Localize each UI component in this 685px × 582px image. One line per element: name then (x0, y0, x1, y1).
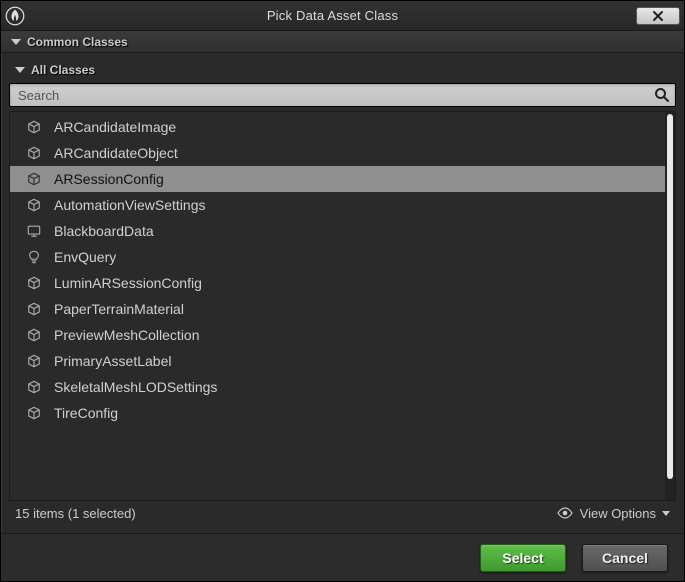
list-item-label: PreviewMeshCollection (54, 327, 200, 343)
list-item[interactable]: TireConfig (10, 400, 665, 426)
list-item-label: AutomationViewSettings (54, 197, 206, 213)
class-list-container: ARCandidateImage ARCandidateObject ARSessi… (9, 111, 676, 501)
box-icon (26, 405, 42, 421)
box-icon (26, 197, 42, 213)
search-input[interactable] (9, 83, 676, 107)
title-bar: Pick Data Asset Class (1, 1, 684, 31)
search-icon (652, 85, 672, 105)
monitor-icon (26, 223, 42, 239)
view-options-label: View Options (580, 506, 656, 521)
box-icon (26, 145, 42, 161)
list-item[interactable]: ARCandidateImage (10, 114, 665, 140)
class-list[interactable]: ARCandidateImage ARCandidateObject ARSessi… (10, 112, 665, 500)
common-classes-label: Common Classes (27, 35, 128, 49)
close-button[interactable] (636, 7, 680, 25)
box-icon (26, 379, 42, 395)
list-item[interactable]: LuminARSessionConfig (10, 270, 665, 296)
scrollbar[interactable] (665, 112, 675, 500)
select-button[interactable]: Select (480, 544, 566, 572)
box-icon (26, 353, 42, 369)
list-item[interactable]: PaperTerrainMaterial (10, 296, 665, 322)
list-item-label: PrimaryAssetLabel (54, 353, 172, 369)
list-item[interactable]: PreviewMeshCollection (10, 322, 665, 348)
box-icon (26, 119, 42, 135)
list-item-label: EnvQuery (54, 249, 116, 265)
search-field-wrap (9, 83, 676, 107)
all-classes-label: All Classes (31, 63, 95, 77)
list-item[interactable]: EnvQuery (10, 244, 665, 270)
list-item-label: PaperTerrainMaterial (54, 301, 184, 317)
close-icon (652, 10, 664, 22)
body-area: All Classes ARCandidateImage ARCandidateO… (1, 53, 684, 533)
dialog-window: Pick Data Asset Class Common Classes All… (0, 0, 685, 582)
eye-icon (556, 507, 574, 519)
expand-icon (11, 39, 21, 45)
common-classes-header[interactable]: Common Classes (1, 31, 684, 53)
box-icon (26, 171, 42, 187)
chevron-down-icon (662, 511, 670, 516)
list-item[interactable]: ARCandidateObject (10, 140, 665, 166)
button-row: Select Cancel (1, 533, 684, 581)
status-bar: 15 items (1 selected) View Options (9, 501, 676, 525)
window-title: Pick Data Asset Class (29, 8, 636, 23)
list-item[interactable]: BlackboardData (10, 218, 665, 244)
box-icon (26, 301, 42, 317)
box-icon (26, 327, 42, 343)
list-item-label: ARCandidateObject (54, 145, 178, 161)
scrollbar-thumb[interactable] (667, 114, 673, 479)
list-item-label: BlackboardData (54, 223, 154, 239)
list-item-label: TireConfig (54, 405, 118, 421)
unreal-logo-icon (5, 6, 25, 26)
all-classes-header[interactable]: All Classes (9, 61, 676, 83)
list-item[interactable]: PrimaryAssetLabel (10, 348, 665, 374)
list-item[interactable]: ARSessionConfig (10, 166, 665, 192)
expand-icon (15, 67, 25, 73)
list-item-label: SkeletalMeshLODSettings (54, 379, 217, 395)
list-item-label: ARSessionConfig (54, 171, 164, 187)
status-text: 15 items (1 selected) (15, 506, 136, 521)
list-item[interactable]: AutomationViewSettings (10, 192, 665, 218)
box-icon (26, 275, 42, 291)
list-item[interactable]: SkeletalMeshLODSettings (10, 374, 665, 400)
list-item-label: LuminARSessionConfig (54, 275, 202, 291)
list-item-label: ARCandidateImage (54, 119, 176, 135)
bulb-icon (26, 249, 42, 265)
view-options-button[interactable]: View Options (556, 506, 670, 521)
cancel-button[interactable]: Cancel (582, 544, 668, 572)
